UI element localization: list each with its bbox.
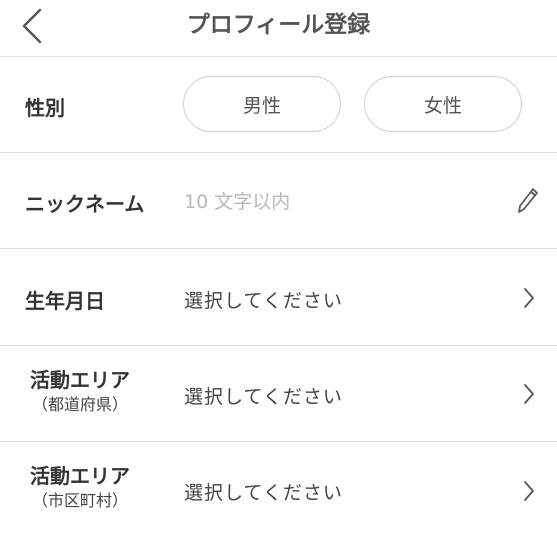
area-city-row[interactable]: 活動エリア （市区町村） 選択してください — [0, 442, 557, 536]
birthday-label: 生年月日 — [25, 289, 105, 313]
area-city-label-group: 活動エリア （市区町村） — [24, 463, 136, 512]
area-prefecture-label-group: 活動エリア （都道府県） — [24, 367, 136, 416]
nickname-row: ニックネーム — [0, 153, 557, 249]
pencil-icon — [518, 188, 538, 213]
nickname-input[interactable] — [184, 187, 494, 217]
birthday-row[interactable]: 生年月日 選択してください — [0, 249, 557, 346]
page-title: プロフィール登録 — [186, 12, 371, 38]
chevron-right-icon — [521, 382, 537, 406]
nickname-label: ニックネーム — [25, 192, 145, 216]
area-city-sublabel: （市区町村） — [31, 491, 128, 510]
gender-label: 性別 — [25, 96, 65, 120]
chevron-left-icon — [22, 8, 42, 44]
profile-registration-screen: プロフィール登録 性別 男性 女性 ニックネーム 生年月日 選択してください — [0, 0, 557, 536]
area-city-value: 選択してください — [184, 482, 343, 504]
edit-nickname-button[interactable] — [513, 186, 543, 216]
area-prefecture-value: 選択してください — [184, 386, 343, 408]
birthday-value: 選択してください — [184, 290, 343, 312]
chevron-right-icon — [521, 479, 537, 503]
gender-male-button[interactable]: 男性 — [183, 76, 341, 132]
gender-female-button[interactable]: 女性 — [364, 76, 522, 132]
back-button[interactable] — [14, 6, 50, 46]
gender-row: 性別 男性 女性 — [0, 57, 557, 153]
chevron-right-icon — [521, 286, 537, 310]
area-prefecture-label: 活動エリア — [30, 368, 130, 392]
header-bar: プロフィール登録 — [0, 0, 557, 57]
area-prefecture-sublabel: （都道府県） — [31, 395, 128, 414]
area-city-label: 活動エリア — [30, 464, 130, 488]
area-prefecture-row[interactable]: 活動エリア （都道府県） 選択してください — [0, 346, 557, 442]
